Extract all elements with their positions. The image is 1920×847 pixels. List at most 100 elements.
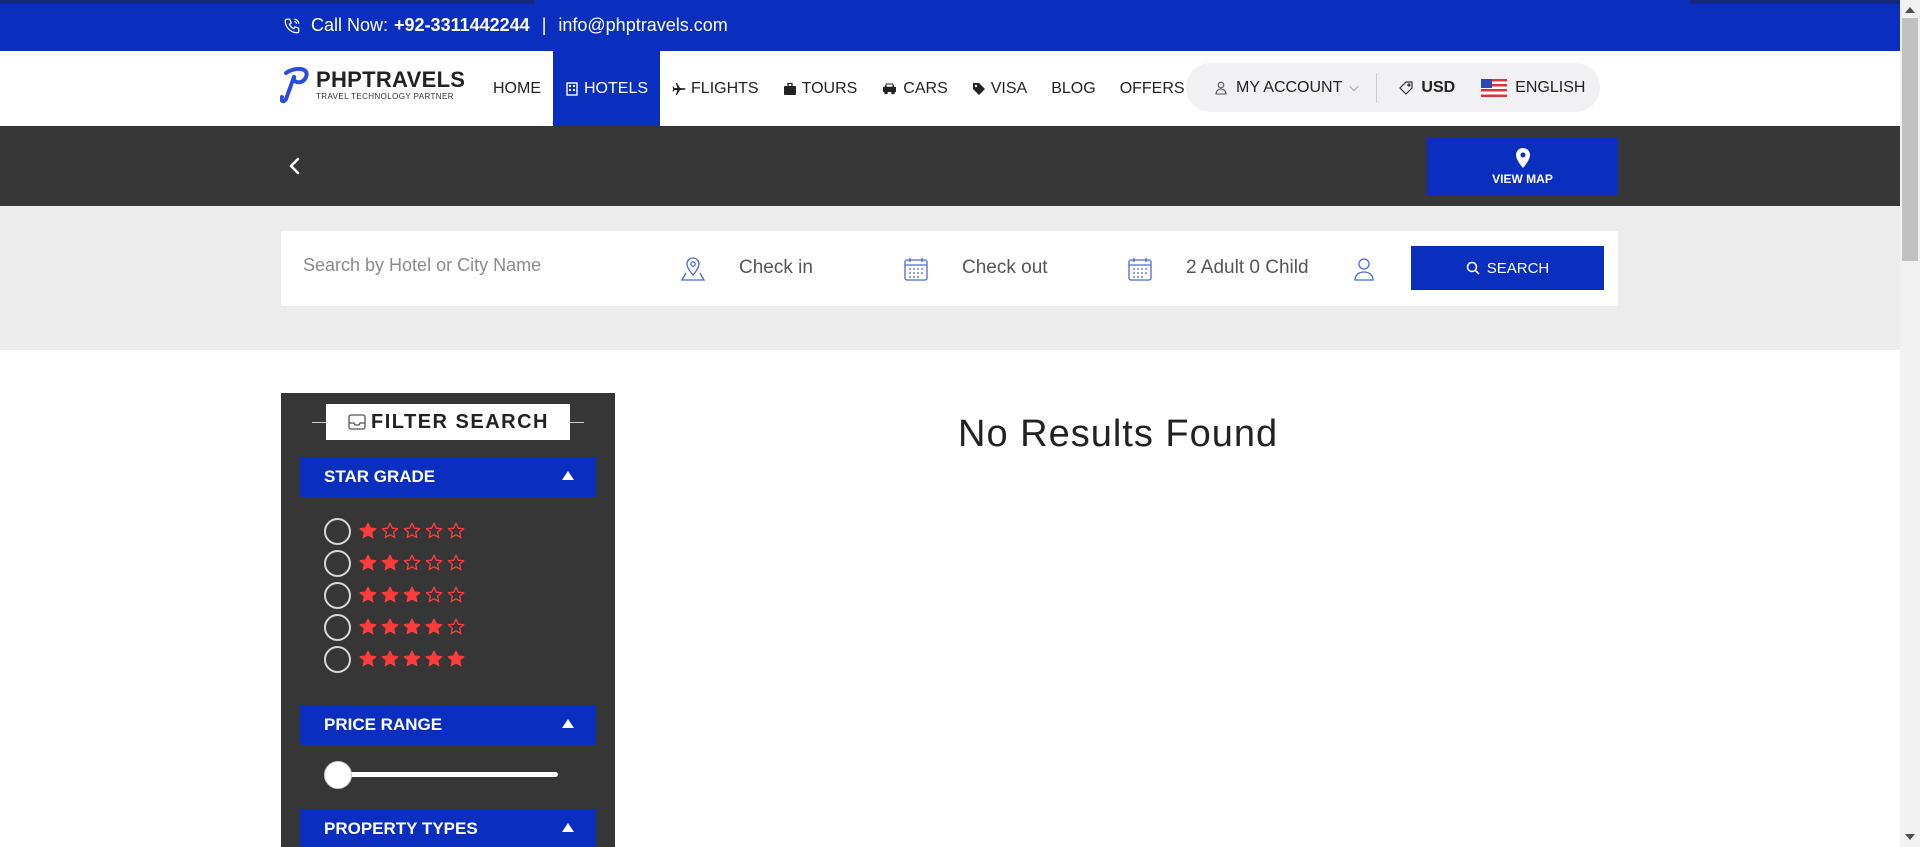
star-filled-icon (359, 618, 377, 635)
star-option-5[interactable] (324, 645, 465, 673)
main-navbar: PHPTRAVELS TRAVEL TECHNOLOGY PARTNER Hom… (0, 51, 1900, 126)
star-rating (359, 554, 465, 572)
language-label: ENGLISH (1515, 78, 1586, 96)
my-account-label: MY ACCOUNT (1236, 78, 1343, 96)
brand-logo[interactable]: PHPTRAVELS TRAVEL TECHNOLOGY PARTNER (280, 65, 465, 105)
check-in-field[interactable]: Check in (739, 257, 813, 279)
nav-item-label: Hotels (584, 79, 649, 97)
search-icon (1466, 261, 1480, 275)
star-filled-icon (425, 650, 443, 667)
map-pin-icon (1515, 148, 1530, 168)
filter-title-rule-left (312, 422, 326, 423)
price-range-accordion[interactable]: PRICE RANGE (300, 705, 596, 745)
nav-item-hotels[interactable]: Hotels (553, 51, 661, 126)
nav-item-home[interactable]: Home (481, 51, 553, 126)
nav-item-visa[interactable]: Visa (960, 51, 1039, 126)
star-filled-icon (403, 650, 421, 667)
star-filled-icon (381, 618, 399, 635)
star-grade-accordion[interactable]: STAR GRADE (300, 457, 596, 497)
search-button-label: SEARCH (1486, 259, 1550, 277)
star-option-2[interactable] (324, 549, 465, 577)
star-rating (359, 586, 465, 604)
star-option-1[interactable] (324, 517, 465, 545)
price-slider-handle[interactable] (324, 761, 352, 789)
nav-item-label: Home (493, 79, 541, 97)
nav-item-label: Offers (1119, 79, 1185, 97)
star-radio-button[interactable] (324, 549, 351, 577)
view-map-button[interactable]: VIEW MAP (1427, 138, 1618, 195)
currency-tag-icon (1399, 80, 1413, 95)
logo-mark-icon (280, 66, 309, 104)
nav-item-label: Tours (801, 79, 858, 97)
contact-info: Call Now: +92-3311442244 | info@phptrave… (283, 0, 728, 51)
hotel-search-form: Check in Check out 2 Adult 0 Child SEARC… (281, 231, 1618, 306)
nav-item-offers[interactable]: Offers (1108, 51, 1197, 126)
star-radio-button[interactable] (324, 517, 351, 545)
star-outline-icon (403, 522, 421, 539)
scroll-up-arrow-icon[interactable] (1905, 7, 1915, 13)
email-link[interactable]: info@phptravels.com (558, 15, 727, 36)
briefcase-icon (783, 82, 796, 95)
filter-search-title: FILTER SEARCH (326, 404, 570, 440)
check-out-field[interactable]: Check out (962, 257, 1048, 279)
star-filled-icon (359, 522, 377, 539)
phone-icon (284, 18, 300, 33)
filter-sidebar: FILTER SEARCH STAR GRADE PRICE RANGE PRO… (281, 393, 615, 847)
collapse-caret-icon (562, 471, 574, 480)
hotel-city-search-input[interactable] (303, 245, 653, 285)
no-results-message: No Results Found (958, 413, 1279, 455)
star-radio-button[interactable] (324, 581, 351, 609)
price-slider-track[interactable] (329, 772, 558, 777)
star-option-4[interactable] (324, 613, 465, 641)
call-now-label: Call Now: (311, 15, 389, 35)
nav-item-tours[interactable]: Tours (771, 51, 870, 126)
contact-separator: | (541, 15, 547, 35)
star-rating (359, 650, 465, 668)
star-radio-button[interactable] (324, 645, 351, 673)
star-filled-icon (381, 650, 399, 667)
star-outline-icon (447, 586, 465, 603)
filter-title-text: FILTER SEARCH (370, 410, 549, 433)
search-button[interactable]: SEARCH (1411, 246, 1604, 290)
phone-number[interactable]: +92-3311442244 (394, 15, 530, 36)
price-range-label: PRICE RANGE (324, 715, 443, 734)
calendar-icon (904, 258, 928, 281)
page-scrollbar[interactable] (1900, 0, 1920, 847)
star-filled-icon (403, 618, 421, 635)
collapse-caret-icon (562, 823, 574, 832)
scroll-thumb[interactable] (1902, 18, 1918, 261)
results-toolbar: VIEW MAP (0, 126, 1900, 206)
nav-item-cars[interactable]: Cars (869, 51, 959, 126)
star-filled-icon (381, 554, 399, 571)
star-filled-icon (381, 586, 399, 603)
star-rating (359, 522, 465, 540)
currency-selector[interactable]: USD (1399, 79, 1455, 97)
search-band: Check in Check out 2 Adult 0 Child SEARC… (0, 206, 1900, 350)
nav-item-label: Flights (691, 79, 759, 97)
car-icon (883, 83, 897, 94)
star-option-3[interactable] (324, 581, 465, 609)
view-map-label: VIEW MAP (1492, 172, 1553, 186)
brand-tagline: TRAVEL TECHNOLOGY PARTNER (316, 92, 454, 101)
scroll-down-arrow-icon[interactable] (1905, 834, 1915, 840)
star-outline-icon (425, 522, 443, 539)
inbox-filter-icon (348, 414, 366, 430)
hotel-icon (566, 81, 578, 96)
nav-item-label: Blog (1051, 79, 1096, 97)
star-filled-icon (359, 586, 377, 603)
star-radio-button[interactable] (324, 613, 351, 641)
back-arrow-icon[interactable] (286, 153, 304, 179)
star-filled-icon (403, 586, 421, 603)
nav-item-label: Visa (990, 79, 1028, 97)
currency-label: USD (1421, 78, 1456, 96)
my-account-dropdown[interactable]: MY ACCOUNT (1214, 79, 1360, 97)
star-outline-icon (447, 522, 465, 539)
language-selector[interactable]: ENGLISH (1481, 78, 1586, 97)
guests-field[interactable]: 2 Adult 0 Child (1186, 257, 1309, 279)
star-outline-icon (447, 618, 465, 635)
collapse-caret-icon (562, 719, 574, 728)
property-types-accordion[interactable]: PROPERTY TYPES (300, 809, 596, 847)
nav-item-flights[interactable]: Flights (660, 51, 771, 126)
star-filled-icon (425, 618, 443, 635)
nav-item-blog[interactable]: Blog (1039, 51, 1107, 126)
